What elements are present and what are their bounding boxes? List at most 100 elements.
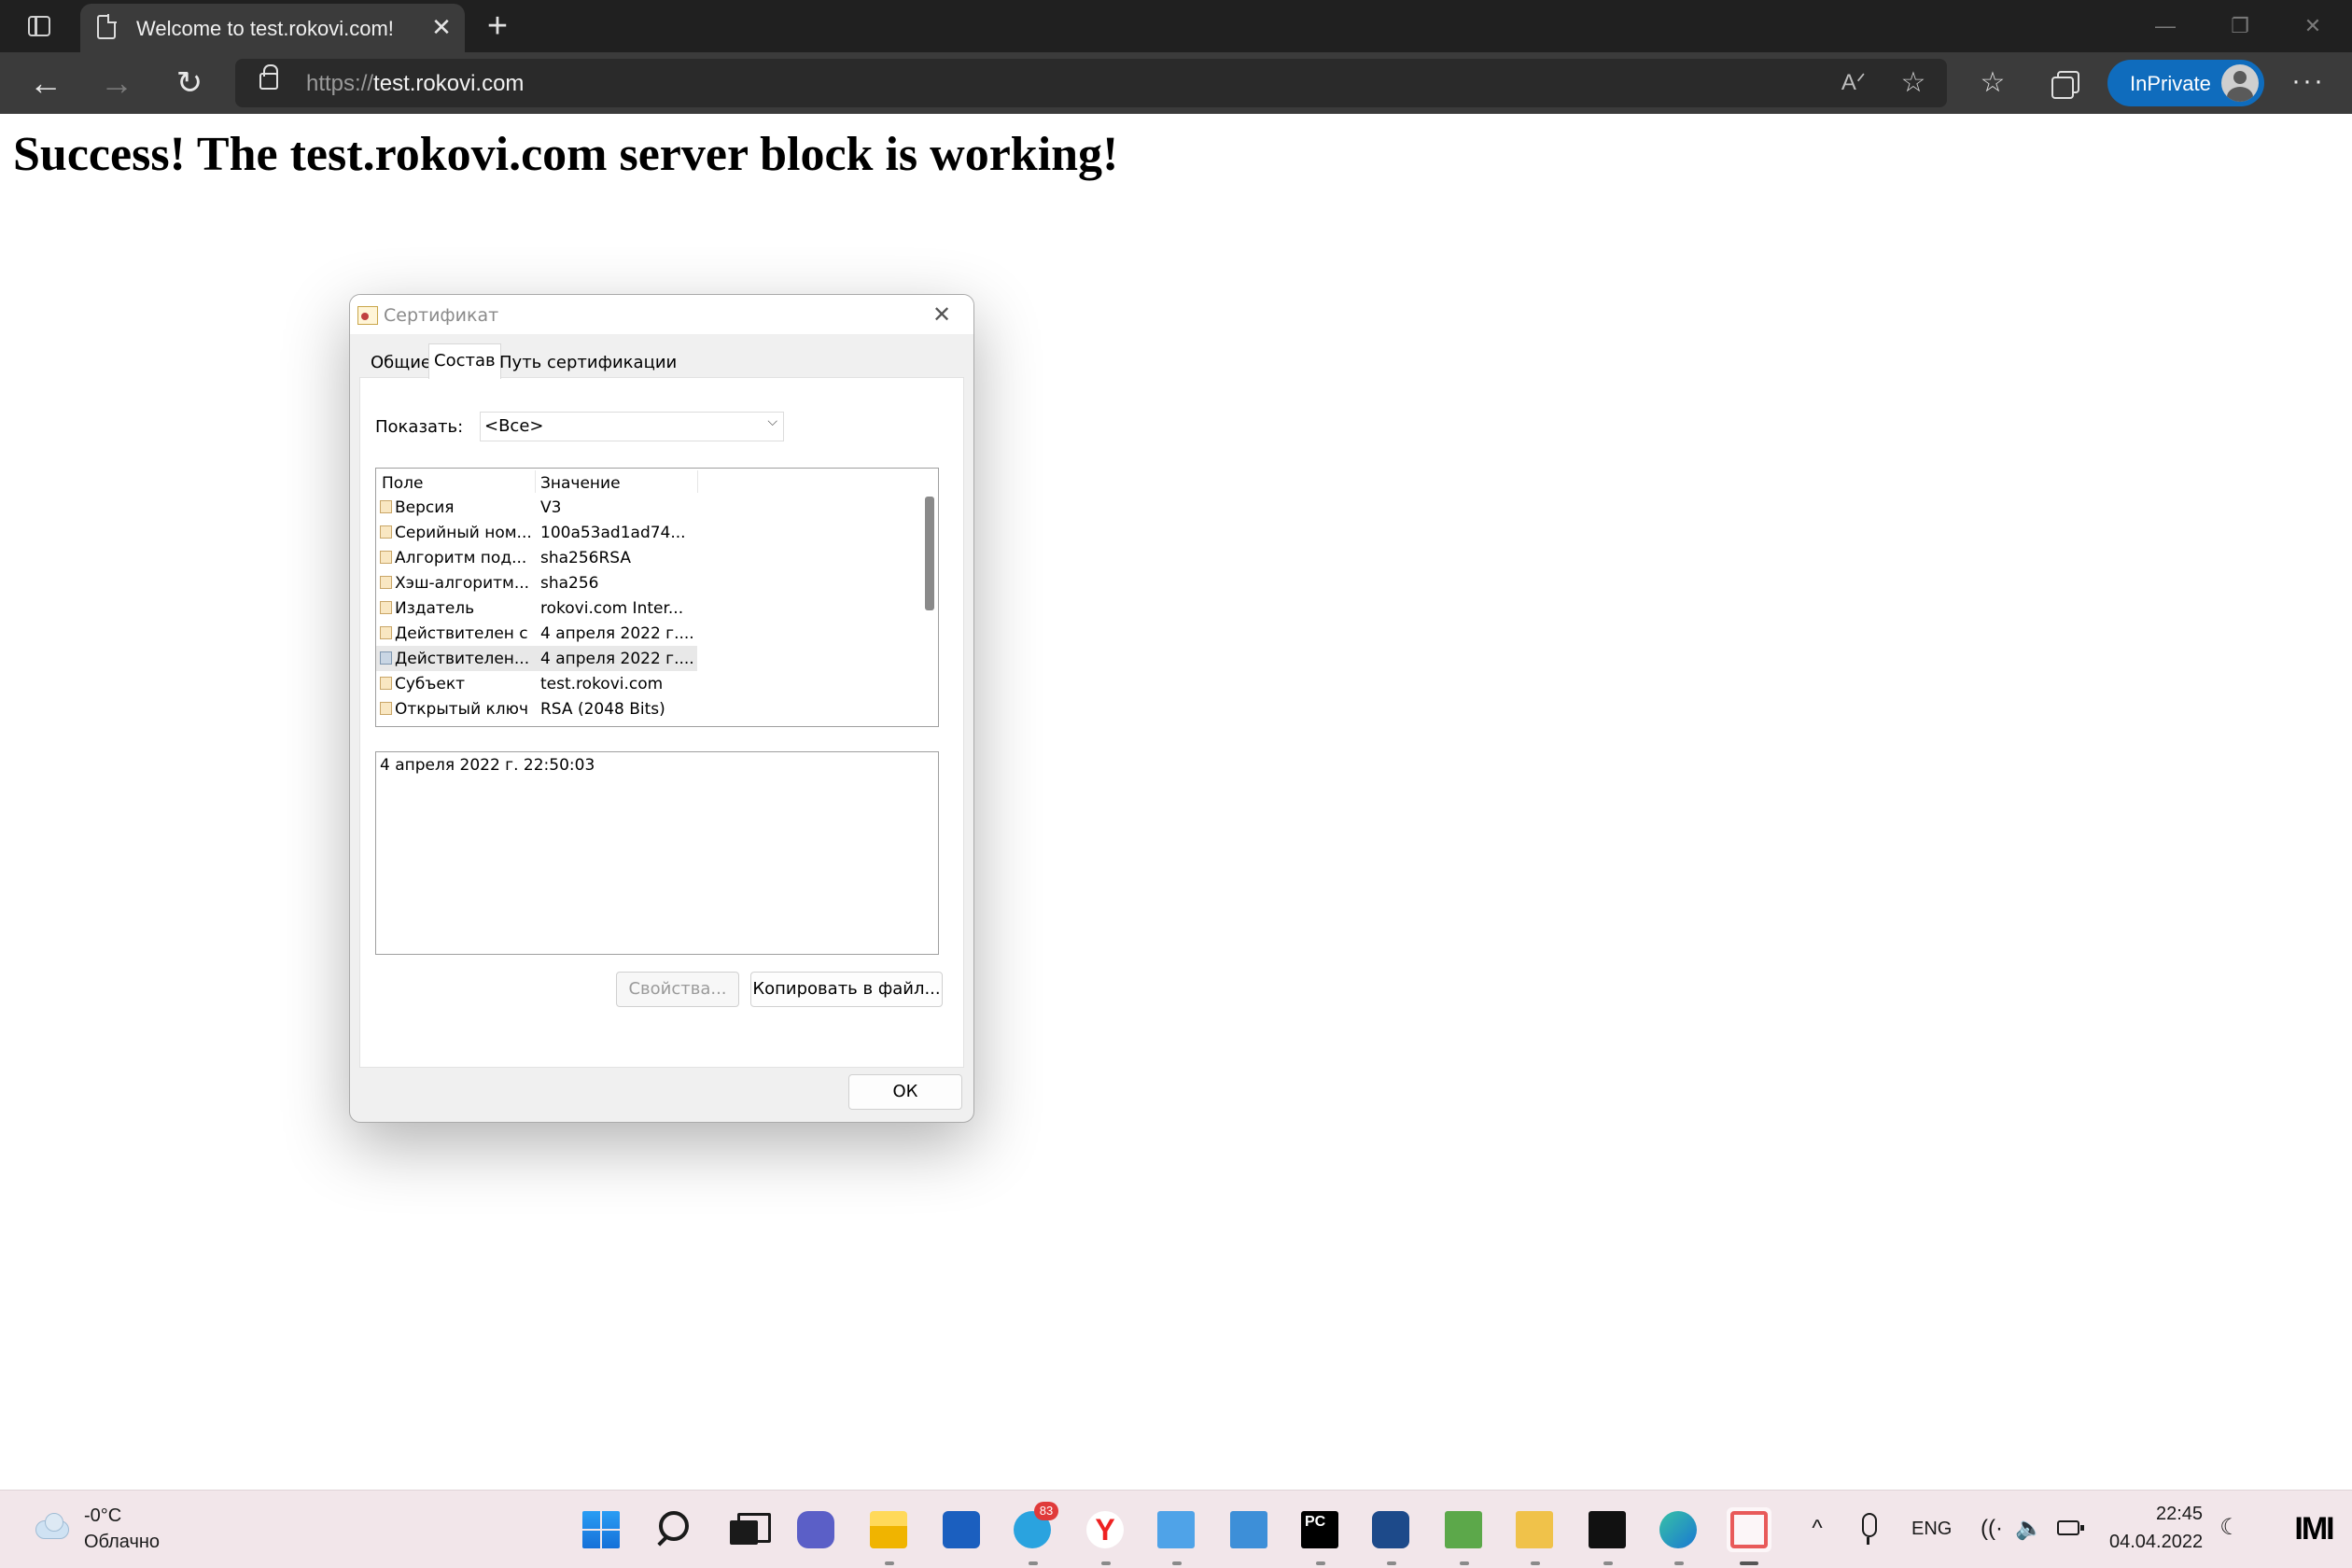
favorites-icon[interactable]: ☆ bbox=[1973, 63, 2012, 103]
read-aloud-icon[interactable]: Aᐟ bbox=[1839, 68, 1869, 98]
pycharm-app[interactable]: PC bbox=[1297, 1507, 1342, 1565]
new-tab-button[interactable]: + bbox=[478, 7, 517, 45]
microphone-icon[interactable] bbox=[1854, 1511, 1882, 1547]
avatar bbox=[2221, 64, 2259, 102]
field-value: 4 апреля 2022 г.... bbox=[540, 624, 694, 643]
lock-icon[interactable] bbox=[259, 64, 278, 90]
copy-to-file-button[interactable]: Копировать в файл... bbox=[750, 972, 943, 1007]
notepad-app[interactable] bbox=[1154, 1507, 1198, 1565]
properties-button[interactable]: Свойства... bbox=[616, 972, 739, 1007]
weather-temperature[interactable]: -0°C bbox=[84, 1505, 121, 1527]
browser-tab-bar: Welcome to test.rokovi.com! ✕ + — ❐ ✕ bbox=[0, 0, 2352, 52]
remote-desktop-app[interactable] bbox=[1226, 1507, 1271, 1552]
battery-icon[interactable] bbox=[2057, 1520, 2084, 1535]
list-item[interactable]: Открытый ключ RSA (2048 Bits) bbox=[376, 696, 697, 721]
snipping-tool-icon bbox=[1730, 1511, 1768, 1548]
clock-date[interactable]: 04.04.2022 bbox=[2109, 1532, 2203, 1553]
field-icon bbox=[380, 702, 392, 715]
field-icon bbox=[380, 551, 392, 564]
field-name: Действителен с bbox=[395, 624, 528, 643]
running-indicator bbox=[1101, 1561, 1111, 1565]
show-filter-value: <Все> bbox=[484, 416, 544, 436]
list-item[interactable]: Серийный ном... 100a53ad1ad74... bbox=[376, 520, 697, 545]
notification-badge: 83 bbox=[1034, 1502, 1058, 1520]
scrollbar-thumb[interactable] bbox=[925, 497, 934, 610]
snipping-tool-app[interactable] bbox=[1727, 1507, 1771, 1565]
telegram-app[interactable]: 83 bbox=[1010, 1502, 1058, 1565]
cloud-icon[interactable] bbox=[32, 1511, 69, 1541]
url-host: test.rokovi.com bbox=[373, 71, 525, 96]
clock-time[interactable]: 22:45 bbox=[2156, 1504, 2203, 1525]
list-item[interactable]: Издатель rokovi.com Inter... bbox=[376, 595, 697, 621]
edge-icon bbox=[1659, 1511, 1697, 1548]
list-item[interactable]: Версия V3 bbox=[376, 495, 697, 520]
start-button[interactable] bbox=[579, 1507, 623, 1552]
certificate-fields-list[interactable]: Поле Значение Версия V3 Серийный ном... 100… bbox=[375, 468, 939, 727]
show-filter-select[interactable]: <Все> ⌵ bbox=[480, 412, 784, 441]
terminal-icon bbox=[1589, 1511, 1626, 1548]
notepad-icon bbox=[1157, 1511, 1195, 1548]
minimize-window-button[interactable]: — bbox=[2147, 11, 2184, 41]
list-item[interactable]: Действителен с 4 апреля 2022 г.... bbox=[376, 621, 697, 646]
maximize-window-button[interactable]: ❐ bbox=[2221, 11, 2259, 41]
editor-app[interactable] bbox=[1441, 1507, 1486, 1565]
tab-general[interactable]: Общие bbox=[367, 349, 435, 377]
running-indicator bbox=[1316, 1561, 1325, 1565]
add-favorite-icon[interactable]: ☆ bbox=[1897, 66, 1930, 100]
task-view-button[interactable] bbox=[722, 1507, 771, 1552]
close-window-button[interactable]: ✕ bbox=[2294, 11, 2331, 41]
weather-description[interactable]: Облачно bbox=[84, 1532, 160, 1553]
column-header-value[interactable]: Значение bbox=[540, 474, 621, 493]
scrollbar[interactable] bbox=[921, 469, 938, 726]
dialog-titlebar[interactable]: Сертификат ✕ bbox=[350, 295, 973, 334]
column-header-field[interactable]: Поле bbox=[382, 474, 424, 493]
close-tab-icon[interactable]: ✕ bbox=[427, 13, 455, 41]
address-bar[interactable]: https://test.rokovi.com Aᐟ ☆ bbox=[235, 59, 1947, 107]
close-dialog-icon[interactable]: ✕ bbox=[925, 299, 959, 330]
store-app[interactable] bbox=[939, 1507, 984, 1552]
running-indicator bbox=[1387, 1561, 1396, 1565]
terminal-app[interactable] bbox=[1585, 1507, 1630, 1565]
field-value-detail[interactable]: 4 апреля 2022 г. 22:50:03 bbox=[375, 751, 939, 955]
list-item[interactable]: Хэш-алгоритм... sha256 bbox=[376, 570, 697, 595]
column-divider[interactable] bbox=[697, 470, 698, 493]
ok-button[interactable]: ОК bbox=[848, 1074, 962, 1110]
show-hidden-icons-chevron-icon[interactable]: ^ bbox=[1803, 1515, 1831, 1543]
tab-certification-path[interactable]: Путь сертификации bbox=[496, 349, 680, 377]
yandex-browser-app[interactable]: Y bbox=[1083, 1507, 1127, 1565]
list-item[interactable]: Алгоритм под... sha256RSA bbox=[376, 545, 697, 570]
network-tool-app[interactable] bbox=[1512, 1507, 1557, 1565]
edge-app[interactable] bbox=[1656, 1507, 1701, 1565]
tab-details[interactable]: Состав bbox=[428, 343, 501, 379]
virtualbox-app[interactable] bbox=[1368, 1507, 1413, 1565]
collections-icon[interactable] bbox=[2046, 63, 2085, 103]
running-indicator bbox=[1460, 1561, 1469, 1565]
list-item[interactable]: Субъект test.rokovi.com bbox=[376, 671, 697, 696]
wifi-icon[interactable]: ((· bbox=[1977, 1515, 2007, 1543]
language-indicator[interactable]: ENG bbox=[1911, 1519, 1952, 1540]
field-name: Хэш-алгоритм... bbox=[395, 574, 530, 593]
tab-actions-menu-icon[interactable] bbox=[21, 11, 58, 41]
teams-chat-app[interactable] bbox=[793, 1507, 838, 1552]
back-arrow-icon[interactable]: ← bbox=[24, 62, 67, 105]
focus-assist-moon-icon[interactable]: ☾ bbox=[2216, 1513, 2244, 1543]
file-explorer-app[interactable] bbox=[866, 1507, 911, 1565]
field-value: 4 апреля 2022 г.... bbox=[540, 650, 694, 668]
logo-icon[interactable]: IMI bbox=[2292, 1507, 2335, 1550]
url-scheme: https:// bbox=[306, 71, 374, 96]
browser-tab-active[interactable]: Welcome to test.rokovi.com! ✕ bbox=[80, 4, 465, 52]
search-button[interactable] bbox=[651, 1507, 696, 1552]
chevron-down-icon: ⌵ bbox=[767, 414, 777, 429]
field-name: Версия bbox=[395, 498, 455, 517]
inprivate-profile-button[interactable]: InPrivate bbox=[2107, 60, 2264, 106]
forward-arrow-icon[interactable]: → bbox=[95, 62, 138, 105]
volume-icon[interactable]: 🔈 bbox=[2014, 1515, 2044, 1543]
field-icon bbox=[380, 677, 392, 690]
column-divider[interactable] bbox=[535, 470, 536, 493]
url-text[interactable]: https://test.rokovi.com bbox=[306, 71, 524, 97]
more-options-icon[interactable]: ··· bbox=[2287, 63, 2330, 103]
list-item[interactable]: Действителен... 4 апреля 2022 г.... bbox=[376, 646, 697, 671]
windows-logo-icon bbox=[582, 1511, 620, 1548]
running-indicator bbox=[1172, 1561, 1182, 1565]
refresh-icon[interactable]: ↻ bbox=[168, 62, 211, 105]
